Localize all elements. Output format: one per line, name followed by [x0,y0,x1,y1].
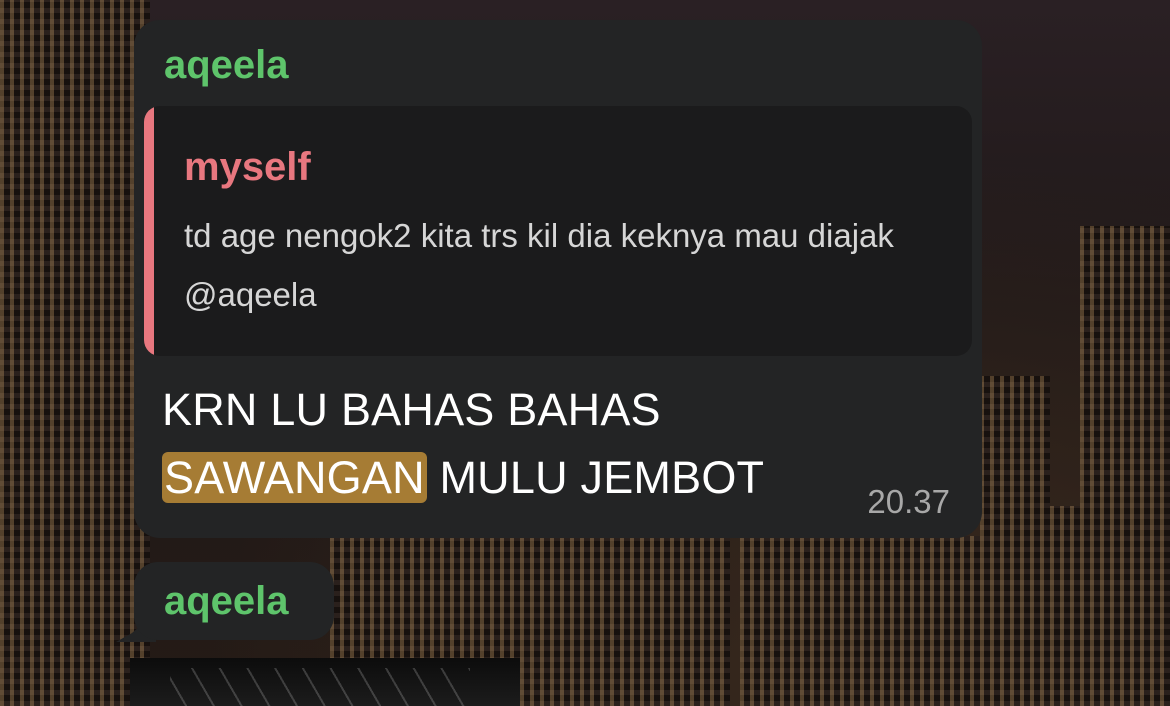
reply-text: td age nengok2 kita trs kil dia keknya m… [184,206,954,324]
reply-accent-bar [144,106,154,356]
sender-name-next[interactable]: aqeela [164,578,289,624]
wallpaper-building [740,536,980,706]
reply-text-body: td age nengok2 kita trs kil dia keknya m… [184,217,894,254]
message-bubble[interactable]: aqeela myself td age nengok2 kita trs ki… [134,20,982,538]
message-text-part1: KRN LU BAHAS BAHAS [162,384,661,435]
wallpaper-building [1080,226,1170,706]
message-timestamp: 20.37 [867,483,950,520]
message-text: KRN LU BAHAS BAHAS SAWANGAN MULU JEMBOT [162,376,862,512]
media-preview[interactable] [130,658,520,706]
message-bubble-next[interactable]: aqeela [134,562,334,640]
message-text-part2: MULU JEMBOT [439,452,765,503]
wallpaper-building [0,0,150,706]
reply-author: myself [184,145,311,189]
reply-mention[interactable]: @aqeela [184,276,317,313]
highlighted-word[interactable]: SAWANGAN [162,452,427,503]
sender-name[interactable]: aqeela [164,42,289,88]
reply-quote[interactable]: myself td age nengok2 kita trs kil dia k… [144,106,972,356]
